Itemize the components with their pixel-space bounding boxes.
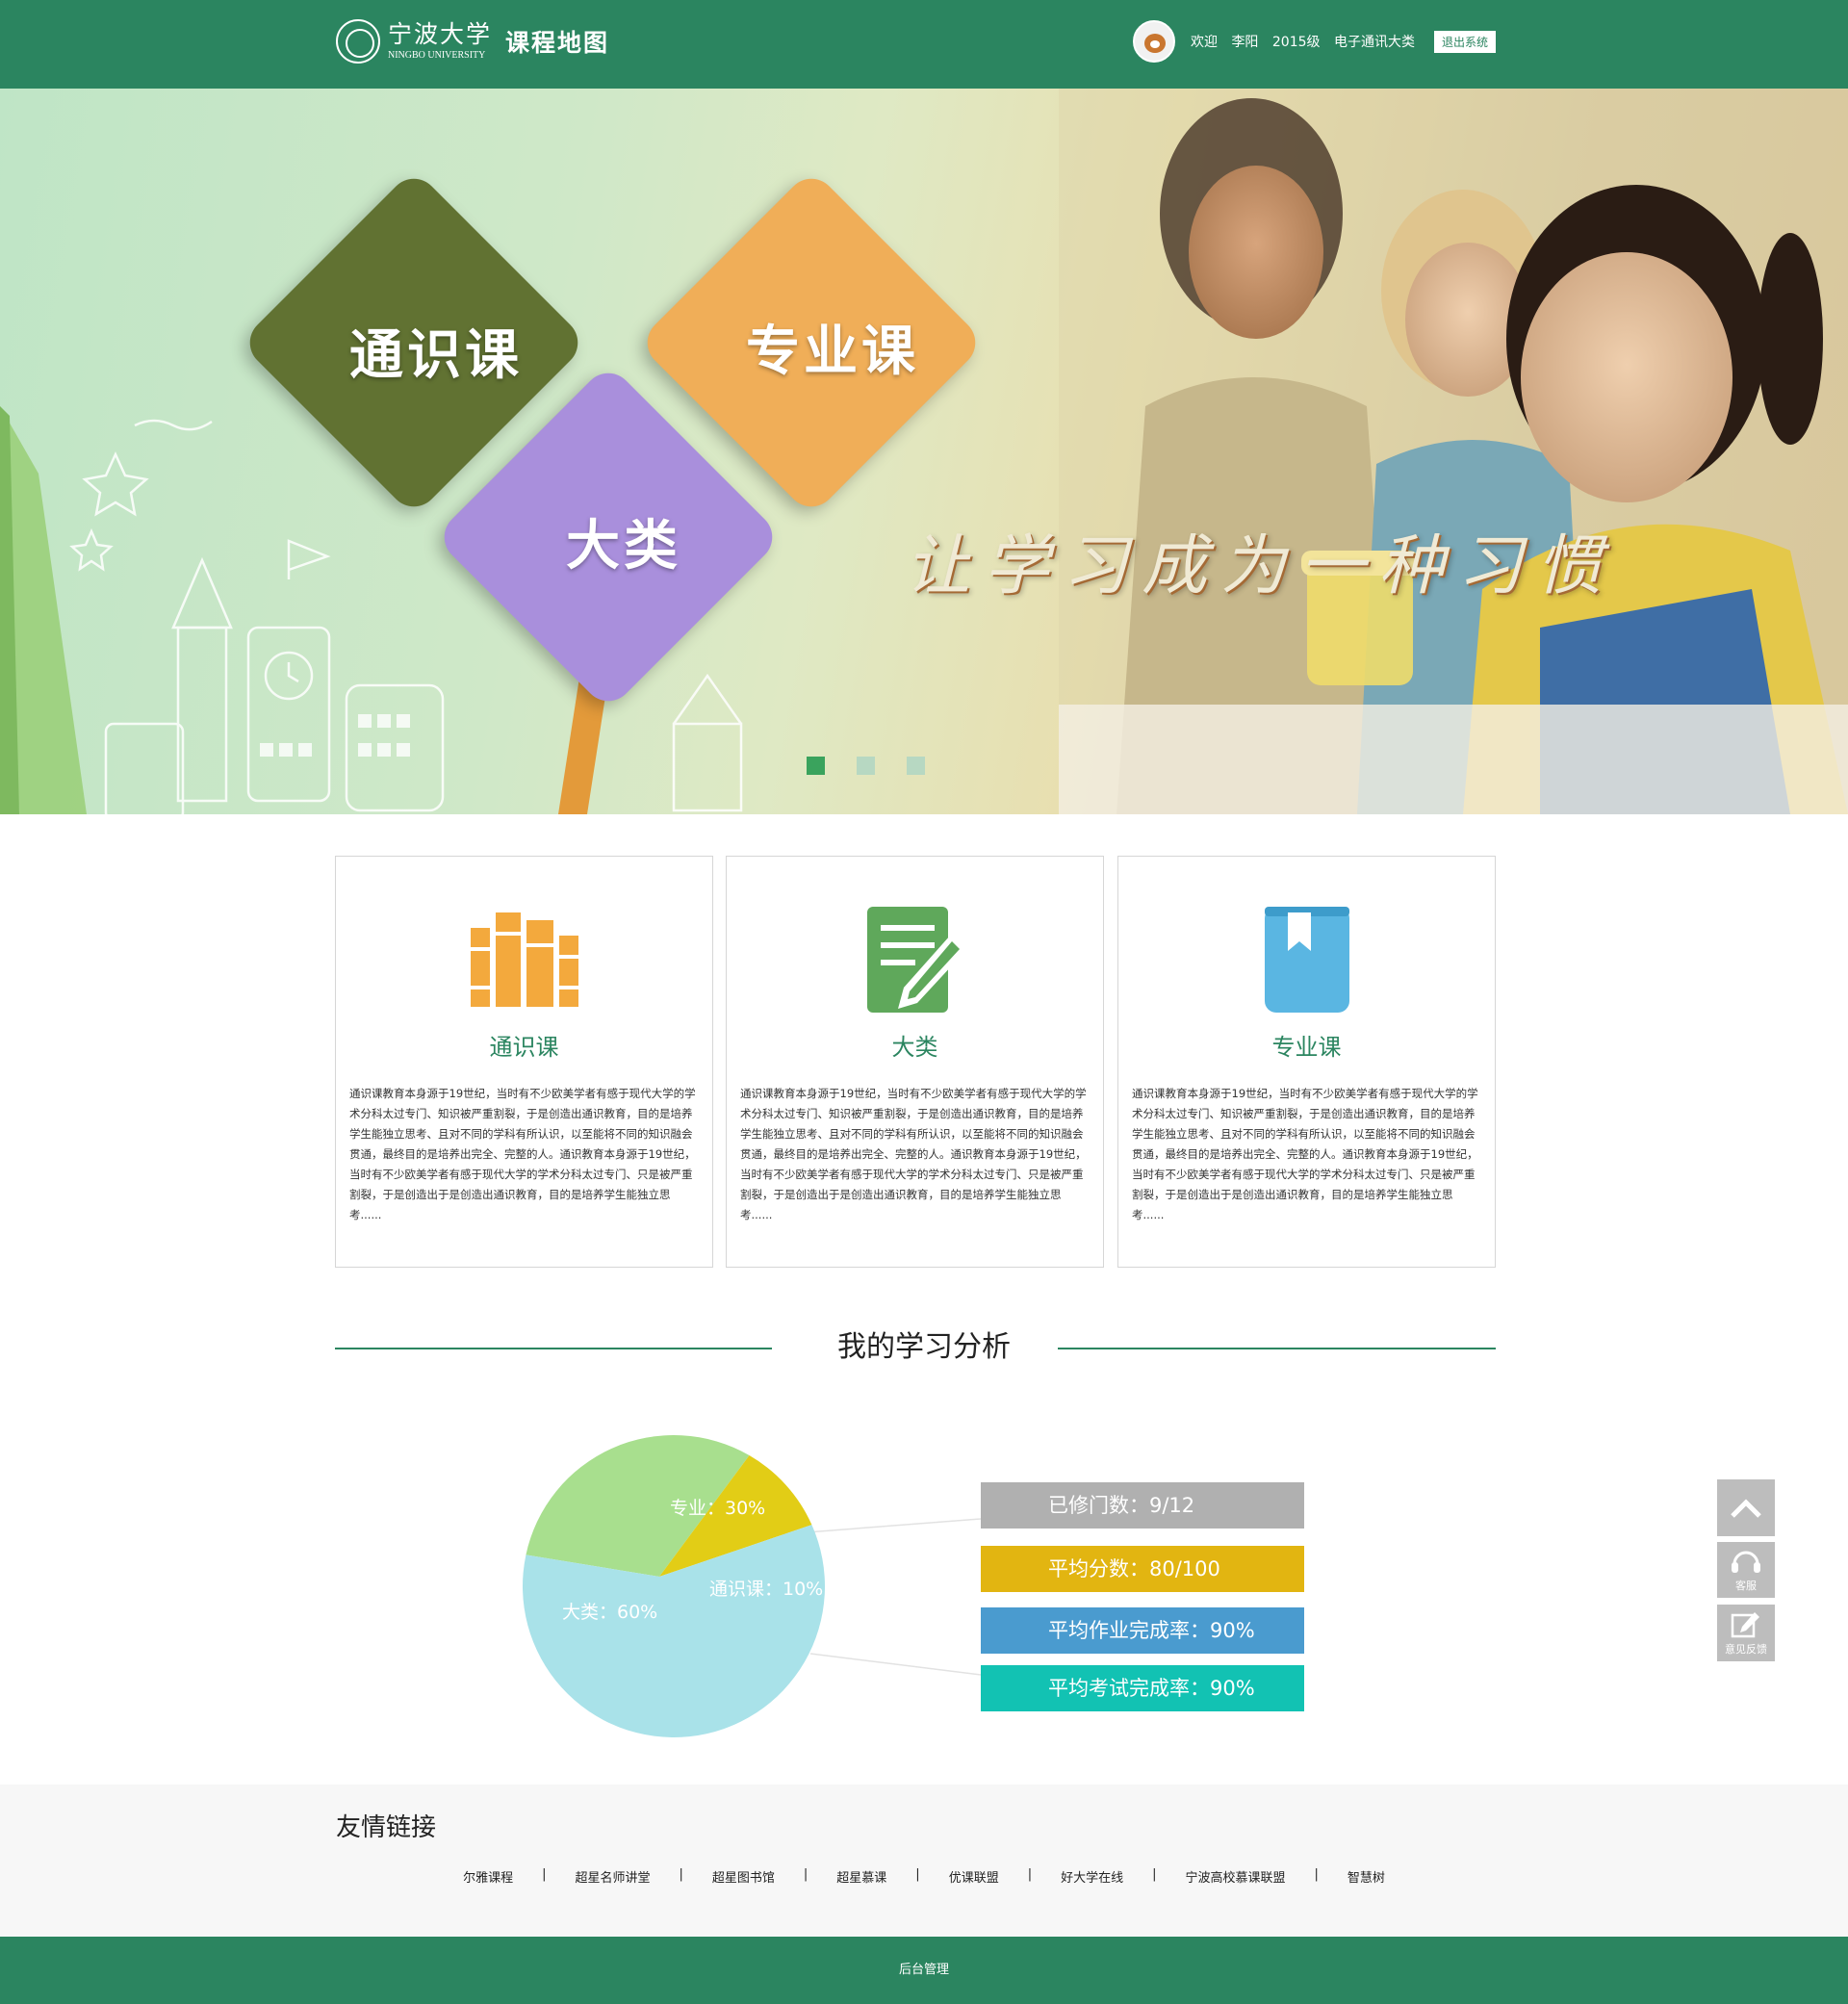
card-description: 通识课教育本身源于19世纪，当时有不少欧美学者有感于现代大学的学术分科太过专门、…	[1132, 1087, 1478, 1221]
stat-homework-completion: 平均作业完成率：90%	[981, 1607, 1304, 1654]
link-item[interactable]: 优课联盟	[949, 1867, 999, 1886]
bookmark-book-icon	[1264, 907, 1349, 1013]
books-icon	[470, 912, 578, 1007]
study-pie-chart: 专业：30% 通识课：10% 大类：60%	[520, 1432, 828, 1740]
card-major-course[interactable]: 专业课 通识课教育本身源于19世纪，当时有不少欧美学者有感于现代大学的学术分科太…	[1117, 856, 1496, 1268]
avatar[interactable]	[1132, 20, 1175, 63]
link-item[interactable]: 宁波高校慕课联盟	[1186, 1867, 1286, 1886]
carousel-dot-2[interactable]	[857, 757, 875, 775]
analysis-section-title: 我的学习分析	[837, 1330, 1011, 1364]
link-separator: |	[915, 1867, 920, 1882]
carousel-dot-1[interactable]	[807, 757, 825, 775]
user-name: 李阳	[1231, 35, 1259, 50]
card-description: 通识课教育本身源于19世纪，当时有不少欧美学者有感于现代大学的学术分科太过专门、…	[740, 1087, 1087, 1221]
card-title: 通识课	[489, 1034, 559, 1061]
link-item[interactable]: 超星名师讲堂	[575, 1867, 650, 1886]
stat-courses-taken: 已修门数：9/12	[981, 1482, 1304, 1529]
user-grade: 2015级	[1271, 35, 1321, 50]
edit-icon	[1731, 1611, 1759, 1637]
logo-english-name: NINGBO UNIVERSITY	[388, 50, 486, 61]
link-separator: |	[1027, 1867, 1033, 1882]
card-description: 通识课教育本身源于19世纪，当时有不少欧美学者有感于现代大学的学术分科太过专门、…	[349, 1087, 696, 1221]
category-course-diamond-label: 大类	[566, 515, 681, 578]
general-course-diamond-label: 通识课	[349, 324, 523, 387]
major-course-diamond-label: 专业课	[746, 321, 919, 383]
feedback-button[interactable]: 意见反馈	[1717, 1605, 1775, 1661]
carousel-dot-3[interactable]	[907, 757, 925, 775]
back-to-top-button[interactable]	[1717, 1479, 1775, 1536]
link-item[interactable]: 超星图书馆	[712, 1867, 775, 1886]
course-type-cards: 通识课 通识课教育本身源于19世纪，当时有不少欧美学者有感于现代大学的学术分科太…	[335, 856, 1496, 1268]
headset-icon	[1732, 1551, 1760, 1573]
card-general-course[interactable]: 通识课 通识课教育本身源于19世纪，当时有不少欧美学者有感于现代大学的学术分科太…	[335, 856, 713, 1268]
user-major: 电子通讯大类	[1333, 35, 1415, 50]
link-item[interactable]: 智慧树	[1348, 1867, 1385, 1886]
link-item[interactable]: 好大学在线	[1061, 1867, 1123, 1886]
link-separator: |	[803, 1867, 808, 1882]
card-title: 专业课	[1271, 1034, 1342, 1061]
site-logo[interactable]: 宁波大学 NINGBO UNIVERSITY 课程地图	[336, 17, 609, 65]
hero-banner: 通识课 专业课 大类 让学习成为一种习惯	[0, 89, 1848, 814]
pie-label-major: 专业：30%	[670, 1498, 766, 1519]
pie-label-general: 通识课：10%	[709, 1579, 824, 1600]
feedback-label: 意见反馈	[1725, 1642, 1767, 1656]
chevron-up-icon	[1731, 1498, 1761, 1518]
link-item[interactable]: 超星慕课	[836, 1867, 886, 1886]
user-info: 欢迎 李阳 2015级 电子通讯大类 退出系统	[1132, 19, 1496, 64]
link-separator: |	[542, 1867, 547, 1882]
page-footer: 后台管理	[0, 1937, 1848, 2004]
children-photo	[1059, 89, 1848, 814]
stat-exam-completion: 平均考试完成率：90%	[981, 1665, 1304, 1711]
link-separator: |	[679, 1867, 683, 1882]
stat-average-score: 平均分数：80/100	[981, 1546, 1304, 1592]
link-separator: |	[1152, 1867, 1157, 1882]
top-header: 宁波大学 NINGBO UNIVERSITY 课程地图 欢迎 李阳 2015级 …	[0, 0, 1848, 89]
welcome-text: 欢迎	[1190, 35, 1218, 50]
link-separator: |	[1314, 1867, 1319, 1882]
service-label: 客服	[1735, 1580, 1757, 1592]
banner-slogan: 让学习成为一种习惯	[905, 528, 1616, 604]
pie-label-category: 大类：60%	[562, 1602, 658, 1623]
link-item[interactable]: 尔雅课程	[463, 1867, 513, 1886]
card-title: 大类	[891, 1034, 938, 1061]
logout-button[interactable]: 退出系统	[1433, 30, 1496, 53]
university-seal-icon	[336, 19, 380, 64]
card-category-course[interactable]: 大类 通识课教育本身源于19世纪，当时有不少欧美学者有感于现代大学的学术分科太过…	[726, 856, 1104, 1268]
logo-chinese-name: 宁波大学	[388, 20, 493, 48]
friendly-links: 友情链接 尔雅课程 | 超星名师讲堂 | 超星图书馆 | 超星慕课 | 优课联盟 | 好大…	[0, 1785, 1848, 1937]
links-list: 尔雅课程 | 超星名师讲堂 | 超星图书馆 | 超星慕课 | 优课联盟 | 好大学在线 | …	[0, 1867, 1848, 1886]
customer-service-button[interactable]: 客服	[1717, 1542, 1775, 1598]
admin-link[interactable]: 后台管理	[899, 1963, 949, 1977]
site-title: 课程地图	[505, 29, 610, 57]
carousel-indicators	[807, 757, 957, 775]
links-title: 友情链接	[336, 1813, 437, 1842]
document-edit-icon	[866, 907, 965, 1013]
section-divider-right	[1058, 1348, 1496, 1349]
